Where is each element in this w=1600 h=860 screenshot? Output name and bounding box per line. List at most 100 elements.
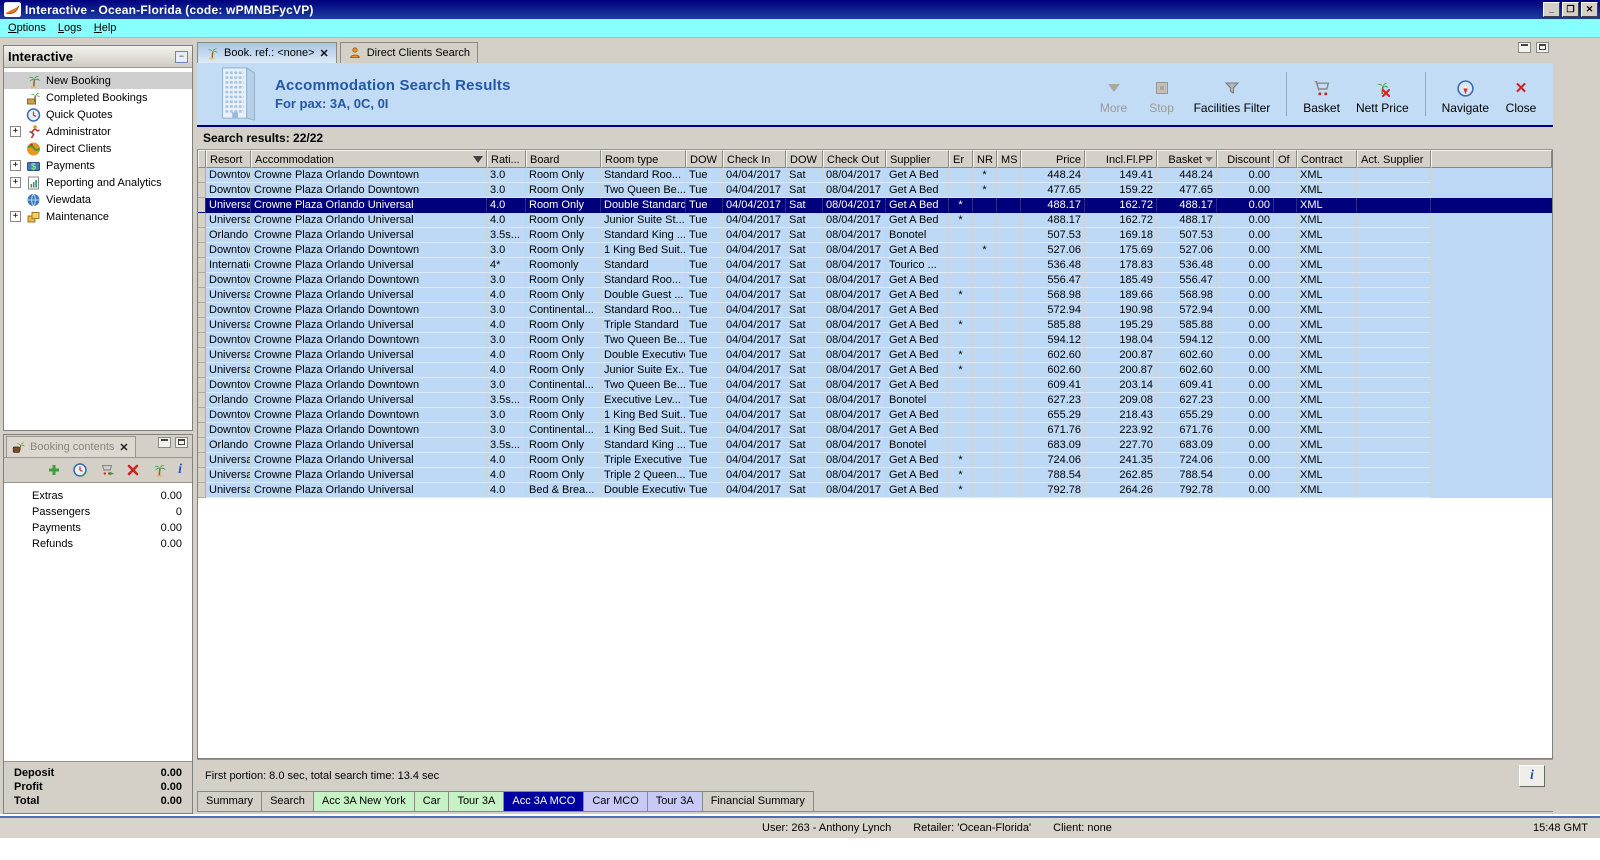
expand-icon[interactable]: + [10,126,21,137]
table-row[interactable]: Universal O...Crowne Plaza Orlando Unive… [198,198,1552,213]
window-minimize-button[interactable]: _ [1543,2,1560,17]
sidebar-item-quick-quotes[interactable]: + Quick Quotes [4,106,192,123]
tab-car-mco[interactable]: Car MCO [584,791,648,812]
tab-car[interactable]: Car [414,791,450,812]
close-icon[interactable]: ✕ [118,441,129,454]
row-selector[interactable] [198,258,206,273]
menu-options[interactable]: Options [6,20,54,36]
column-header-selector[interactable] [198,150,206,168]
panel-minimize-icon[interactable] [158,437,171,448]
column-header-room-type[interactable]: Room type [601,150,686,168]
sidebar-item-administrator[interactable]: + Administrator [4,123,192,140]
nett-price-button[interactable]: Nett Price [1350,71,1415,117]
tab-direct-clients-search[interactable]: Direct Clients Search [339,42,479,63]
row-selector[interactable] [198,168,206,183]
info-icon[interactable]: i [178,462,182,478]
panel-maximize-icon[interactable] [175,437,188,448]
table-row[interactable]: Downtown ...Crowne Plaza Orlando Downtow… [198,378,1552,393]
panel-collapse-icon[interactable]: − [175,50,188,63]
column-header-dow[interactable]: DOW [786,150,823,168]
table-row[interactable]: Universal O...Crowne Plaza Orlando Unive… [198,318,1552,333]
column-header-contract[interactable]: Contract [1297,150,1357,168]
tab-booking-ref[interactable]: Book. ref.: <none> ✕ [197,42,337,63]
row-selector[interactable] [198,273,206,288]
column-header-ms[interactable]: MS [997,150,1021,168]
close-icon[interactable]: ✕ [320,47,329,60]
filter-funnel-icon[interactable] [473,156,483,163]
row-selector[interactable] [198,243,206,258]
column-header-er[interactable]: Er [949,150,973,168]
table-row[interactable]: Universal O...Crowne Plaza Orlando Unive… [198,363,1552,378]
tab-acc-3a-mco[interactable]: Acc 3A MCO [504,791,585,812]
column-header-dow[interactable]: DOW [686,150,723,168]
column-header-act-supplier[interactable]: Act. Supplier [1357,150,1431,168]
table-row[interactable]: Universal O...Crowne Plaza Orlando Unive… [198,483,1552,498]
row-selector[interactable] [198,453,206,468]
row-selector[interactable] [198,228,206,243]
table-row[interactable]: Downtown ...Crowne Plaza Orlando Downtow… [198,303,1552,318]
row-selector[interactable] [198,213,206,228]
column-header-check-in[interactable]: Check In [723,150,786,168]
tab-financial-summary[interactable]: Financial Summary [702,791,814,812]
panel-minimize-icon[interactable] [1518,42,1531,53]
row-selector[interactable] [198,333,206,348]
tab-summary[interactable]: Summary [197,791,263,812]
row-selector[interactable] [198,363,206,378]
row-selector[interactable] [198,183,206,198]
palm-tree-icon[interactable] [151,462,167,478]
panel-maximize-icon[interactable] [1536,42,1549,53]
row-selector[interactable] [198,198,206,213]
row-selector[interactable] [198,438,206,453]
stop-button[interactable]: Stop [1140,71,1184,117]
column-header-basket[interactable]: Basket [1157,150,1217,168]
tab-tour-3a[interactable]: Tour 3A [449,791,505,812]
table-row[interactable]: Orlando (FL)Crowne Plaza Orlando Univers… [198,438,1552,453]
table-row[interactable]: Universal O...Crowne Plaza Orlando Unive… [198,453,1552,468]
more-button[interactable]: More [1092,71,1136,117]
row-selector[interactable] [198,468,206,483]
table-row[interactable]: Universal O...Crowne Plaza Orlando Unive… [198,213,1552,228]
column-header-price[interactable]: Price [1021,150,1085,168]
table-row[interactable]: Downtown ...Crowne Plaza Orlando Downtow… [198,408,1552,423]
row-selector[interactable] [198,348,206,363]
tab-tour-3a-2[interactable]: Tour 3A [647,791,703,812]
row-selector[interactable] [198,408,206,423]
row-selector[interactable] [198,378,206,393]
column-header-discount[interactable]: Discount [1217,150,1274,168]
delete-x-icon[interactable] [126,463,140,477]
column-header-incl-fl-pp[interactable]: Incl.Fl.PP [1085,150,1157,168]
table-row[interactable]: Universal O...Crowne Plaza Orlando Unive… [198,468,1552,483]
column-header-accommodation[interactable]: Accommodation [251,150,487,168]
navigate-button[interactable]: Navigate [1436,71,1495,117]
table-row[interactable]: Universal O...Crowne Plaza Orlando Unive… [198,288,1552,303]
cart-arrow-icon[interactable] [99,462,115,478]
tab-acc-3a-new-york[interactable]: Acc 3A New York [313,791,415,812]
table-row[interactable]: Downtown ...Crowne Plaza Orlando Downtow… [198,333,1552,348]
sidebar-item-direct-clients[interactable]: + Direct Clients [4,140,192,157]
sidebar-item-viewdata[interactable]: + Viewdata [4,191,192,208]
column-header-of[interactable]: Of [1274,150,1297,168]
column-header-check-out[interactable]: Check Out [823,150,886,168]
info-button[interactable]: i [1519,764,1545,787]
expand-icon[interactable]: + [10,160,21,171]
row-selector[interactable] [198,423,206,438]
row-selector[interactable] [198,303,206,318]
table-row[interactable]: Orlando (FL)Crowne Plaza Orlando Univers… [198,228,1552,243]
table-row[interactable]: Downtown ...Crowne Plaza Orlando Downtow… [198,273,1552,288]
sidebar-item-payments[interactable]: + $ Payments [4,157,192,174]
row-selector[interactable] [198,483,206,498]
menu-logs[interactable]: Logs [56,20,90,36]
window-maximize-button[interactable]: ❐ [1562,2,1579,17]
row-selector[interactable] [198,288,206,303]
column-header-resort[interactable]: Resort [206,150,251,168]
table-row[interactable]: Downtown ...Crowne Plaza Orlando Downtow… [198,168,1552,183]
column-header-board[interactable]: Board [526,150,601,168]
column-header-rati[interactable]: Rati... [487,150,526,168]
table-row[interactable]: Universal O...Crowne Plaza Orlando Unive… [198,348,1552,363]
sidebar-item-new-booking[interactable]: + New Booking [4,72,192,89]
table-row[interactable]: Internation...Crowne Plaza Orlando Unive… [198,258,1552,273]
tab-search[interactable]: Search [262,791,314,812]
table-row[interactable]: Orlando (FL)Crowne Plaza Orlando Univers… [198,393,1552,408]
booking-contents-tab[interactable]: Booking contents ✕ [6,436,136,457]
table-row[interactable]: Downtown ...Crowne Plaza Orlando Downtow… [198,183,1552,198]
